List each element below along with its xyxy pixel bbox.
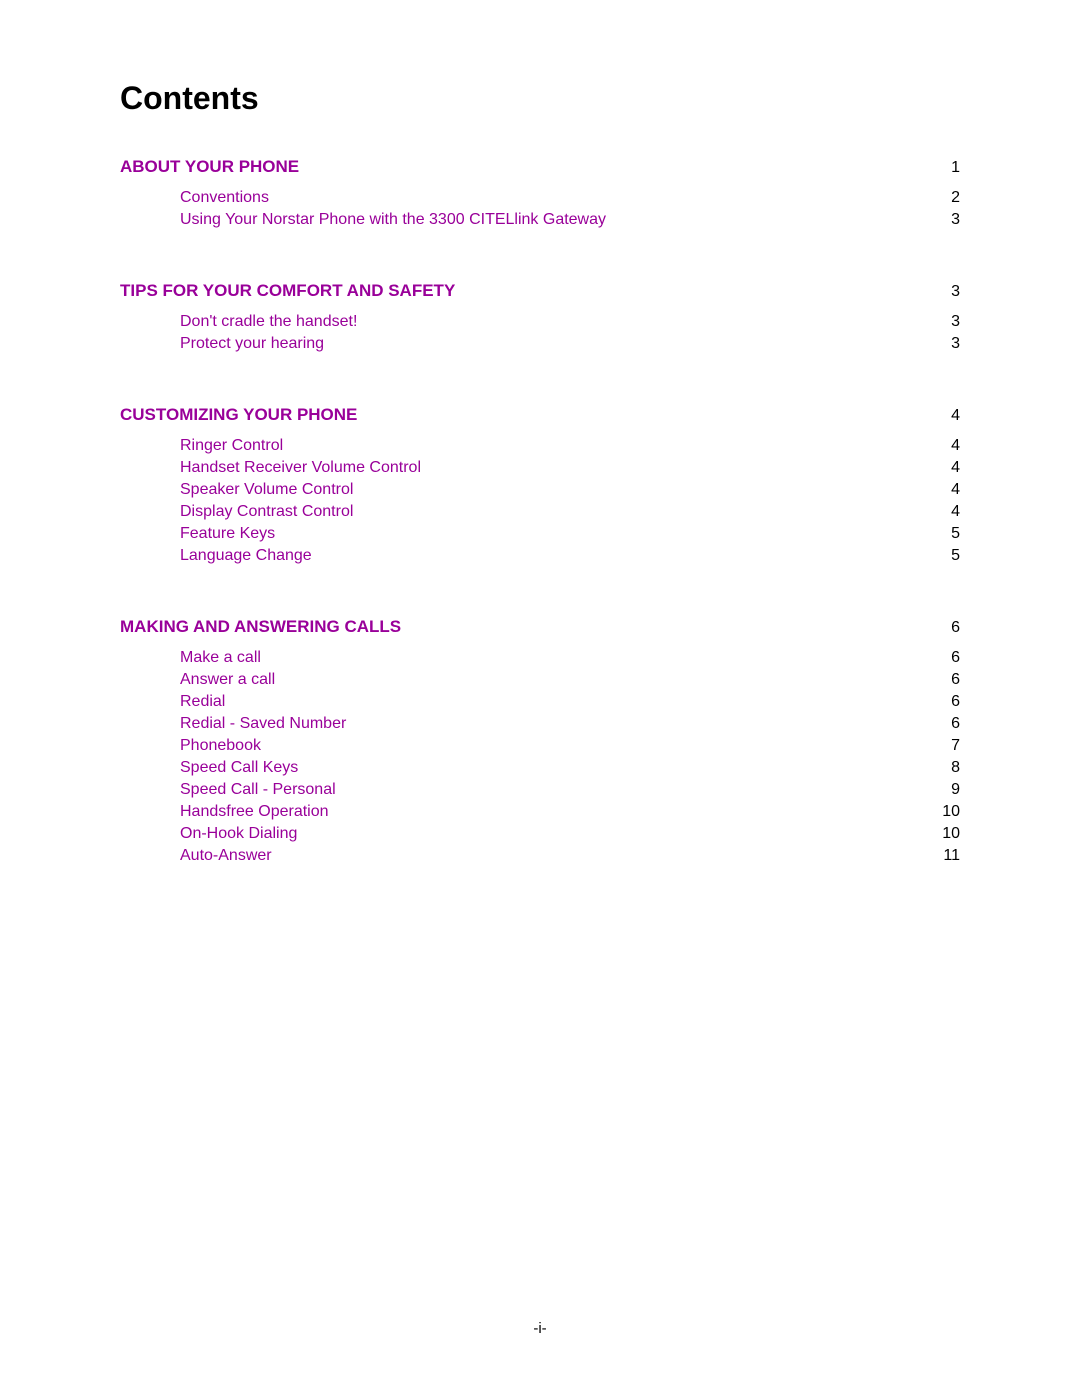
subsection-item: Make a call 6 (180, 649, 960, 667)
section-heading-row-customizing-your-phone: CUSTOMIZING YOUR PHONE 4 (120, 405, 960, 425)
subsection-item-text: Language Change (180, 547, 312, 565)
section-heading-row-tips-comfort-safety: TIPS FOR YOUR COMFORT AND SAFETY 3 (120, 281, 960, 301)
section-heading-tips-comfort-safety: TIPS FOR YOUR COMFORT AND SAFETY (120, 281, 455, 301)
subsection-item-page: 8 (920, 759, 960, 777)
subsection-item: Phonebook 7 (180, 737, 960, 755)
subsection-item-text: Make a call (180, 649, 261, 667)
section-heading-row-about-your-phone: ABOUT YOUR PHONE 1 (120, 157, 960, 177)
page: Contents ABOUT YOUR PHONE 1 Conventions 2 Us… (0, 0, 1080, 1397)
toc-section-customizing-your-phone: CUSTOMIZING YOUR PHONE4Ringer Control4Ha… (120, 405, 960, 593)
subsection-item: Speed Call Keys 8 (180, 759, 960, 777)
subsection-item-page: 11 (920, 847, 960, 865)
toc-section-making-answering-calls: MAKING AND ANSWERING CALLS6Make a call6A… (120, 617, 960, 893)
subsection-item-text: Speed Call - Personal (180, 781, 336, 799)
subsection-item-page: 4 (920, 503, 960, 521)
subsection-item-text: Answer a call (180, 671, 275, 689)
subsection-item-text: Ringer Control (180, 437, 283, 455)
subsection-item: Protect your hearing 3 (180, 335, 960, 353)
subsection-item: Redial 6 (180, 693, 960, 711)
subsection-item-text: Auto-Answer (180, 847, 272, 865)
subsection-item: Language Change 5 (180, 547, 960, 565)
subsection-item-text: Speaker Volume Control (180, 481, 353, 499)
subsection-item-text: Handset Receiver Volume Control (180, 459, 421, 477)
subsection-item: Don't cradle the handset! 3 (180, 313, 960, 331)
subsection-item: Ringer Control 4 (180, 437, 960, 455)
subsection-item-text: Redial (180, 693, 225, 711)
section-heading-page-about-your-phone: 1 (920, 159, 960, 177)
subsection-item-text: On-Hook Dialing (180, 825, 297, 843)
subsection-item-page: 6 (920, 649, 960, 667)
subsection-item-page: 3 (920, 211, 960, 229)
subsection-item-page: 10 (920, 825, 960, 843)
subsection-item-text: Conventions (180, 189, 269, 207)
subsection-item-page: 4 (920, 481, 960, 499)
subsection-item-text: Phonebook (180, 737, 261, 755)
subsection-item-page: 4 (920, 459, 960, 477)
subsection-item: Answer a call 6 (180, 671, 960, 689)
subsection-item: Handsfree Operation 10 (180, 803, 960, 821)
section-heading-about-your-phone: ABOUT YOUR PHONE (120, 157, 299, 177)
subsection-item: Conventions 2 (180, 189, 960, 207)
subsection-item-page: 5 (920, 547, 960, 565)
subsection-item-page: 6 (920, 671, 960, 689)
subsection-item: On-Hook Dialing 10 (180, 825, 960, 843)
subsection-item-page: 3 (920, 313, 960, 331)
subsection-item-page: 4 (920, 437, 960, 455)
subsection-item: Auto-Answer 11 (180, 847, 960, 865)
subsection-group-about-your-phone: Conventions 2 Using Your Norstar Phone wit… (180, 189, 960, 229)
section-heading-row-making-answering-calls: MAKING AND ANSWERING CALLS 6 (120, 617, 960, 637)
section-heading-page-customizing-your-phone: 4 (920, 407, 960, 425)
subsection-group-customizing-your-phone: Ringer Control4Handset Receiver Volume C… (180, 437, 960, 565)
section-heading-customizing-your-phone: CUSTOMIZING YOUR PHONE (120, 405, 357, 425)
subsection-item-page: 6 (920, 715, 960, 733)
subsection-item: Speed Call - Personal 9 (180, 781, 960, 799)
subsection-item-page: 9 (920, 781, 960, 799)
subsection-item-page: 2 (920, 189, 960, 207)
subsection-item-text: Display Contrast Control (180, 503, 353, 521)
subsection-item-page: 7 (920, 737, 960, 755)
subsection-item-text: Protect your hearing (180, 335, 324, 353)
subsection-item-page: 5 (920, 525, 960, 543)
subsection-item: Handset Receiver Volume Control 4 (180, 459, 960, 477)
section-heading-page-making-answering-calls: 6 (920, 619, 960, 637)
subsection-group-making-answering-calls: Make a call6Answer a call6Redial6Redial … (180, 649, 960, 865)
subsection-item-page: 10 (920, 803, 960, 821)
section-heading-making-answering-calls: MAKING AND ANSWERING CALLS (120, 617, 401, 637)
subsection-item-page: 3 (920, 335, 960, 353)
subsection-item-text: Redial - Saved Number (180, 715, 346, 733)
subsection-item: Feature Keys 5 (180, 525, 960, 543)
subsection-item: Display Contrast Control 4 (180, 503, 960, 521)
subsection-item: Using Your Norstar Phone with the 3300 C… (180, 211, 960, 229)
subsection-item-text: Handsfree Operation (180, 803, 329, 821)
footer: -i- (0, 1320, 1080, 1337)
subsection-group-tips-comfort-safety: Don't cradle the handset!3Protect your h… (180, 313, 960, 353)
section-heading-page-tips-comfort-safety: 3 (920, 283, 960, 301)
subsection-item-page: 6 (920, 693, 960, 711)
page-title: Contents (120, 80, 960, 117)
subsection-item-text: Using Your Norstar Phone with the 3300 C… (180, 211, 606, 229)
subsection-item-text: Feature Keys (180, 525, 275, 543)
subsection-item-text: Speed Call Keys (180, 759, 298, 777)
toc-section-about-your-phone: ABOUT YOUR PHONE 1 Conventions 2 Using Your … (120, 157, 960, 257)
toc-container: ABOUT YOUR PHONE 1 Conventions 2 Using Your … (120, 157, 960, 893)
subsection-item: Speaker Volume Control 4 (180, 481, 960, 499)
subsection-item-text: Don't cradle the handset! (180, 313, 357, 331)
toc-section-tips-comfort-safety: TIPS FOR YOUR COMFORT AND SAFETY3Don't c… (120, 281, 960, 381)
subsection-item: Redial - Saved Number 6 (180, 715, 960, 733)
